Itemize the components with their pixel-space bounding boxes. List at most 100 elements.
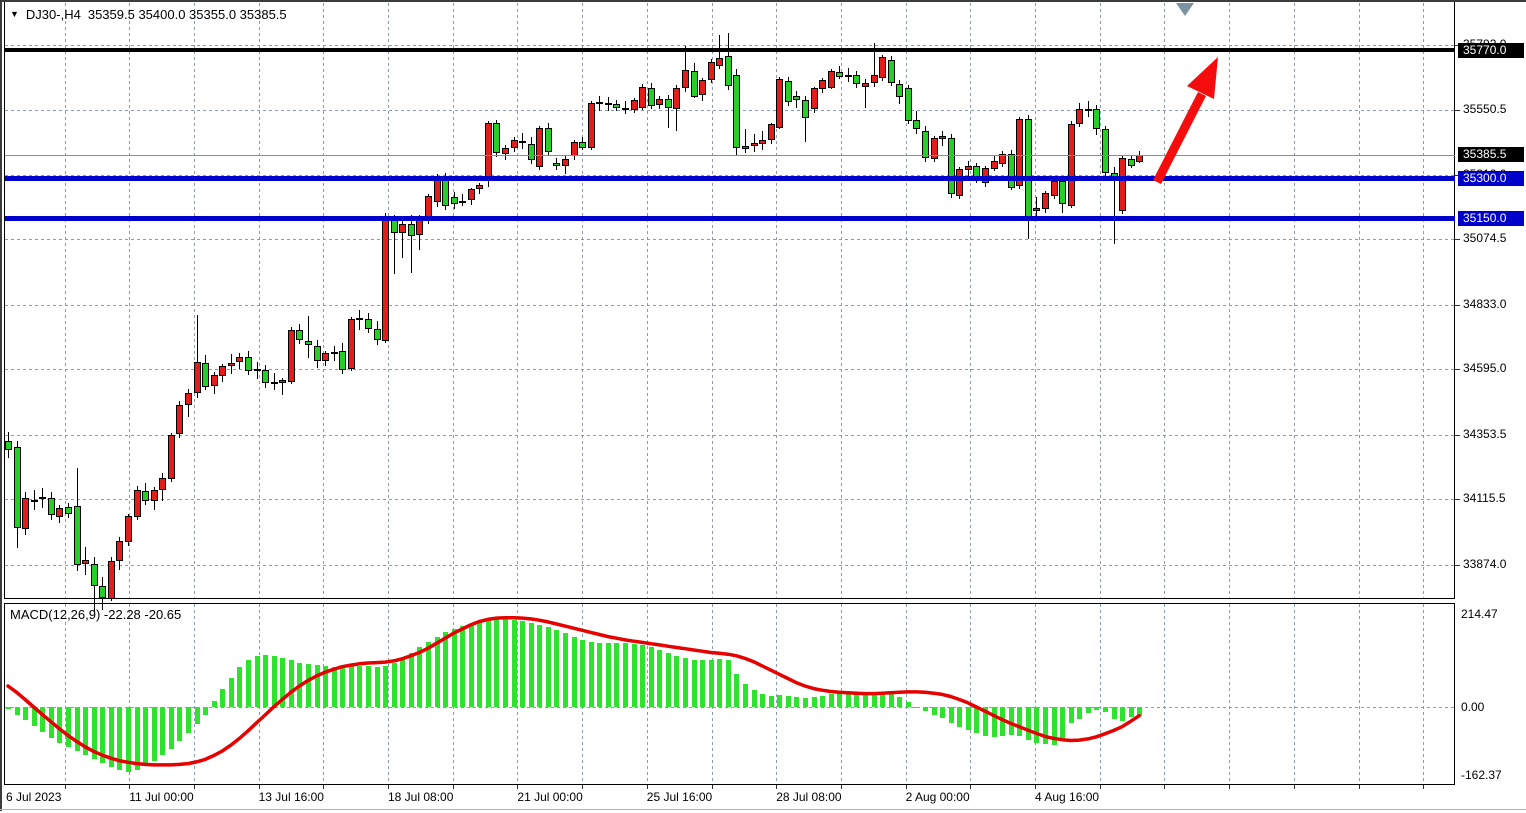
macd-histogram-bar <box>734 674 739 707</box>
candle-body <box>725 56 732 86</box>
macd-histogram-bar <box>435 637 440 707</box>
vertical-gridline <box>1294 3 1295 598</box>
resistance-level-line[interactable] <box>5 48 1455 52</box>
candle-body <box>5 441 12 450</box>
macd-histogram-bar <box>837 693 842 707</box>
vertical-gridline <box>582 3 583 598</box>
candle-body <box>691 71 698 97</box>
candle-body <box>528 144 535 160</box>
macd-histogram-bar <box>794 697 799 707</box>
macd-histogram-bar <box>957 707 962 727</box>
price-axis[interactable]: 35792.035770.035550.535385.535312.035300… <box>1456 2 1526 785</box>
macd-histogram-bar <box>974 707 979 733</box>
time-axis-tick <box>970 785 971 789</box>
macd-histogram-bar <box>940 707 945 718</box>
time-axis-label: 6 Jul 2023 <box>6 790 61 804</box>
macd-histogram-bar <box>383 666 388 707</box>
macd-histogram-bar <box>1129 707 1134 717</box>
macd-histogram-bar <box>546 627 551 707</box>
time-axis-tick <box>194 785 195 789</box>
macd-histogram-bar <box>777 695 782 707</box>
candle-body <box>913 120 920 129</box>
price-axis-label: 34595.0 <box>1463 362 1506 375</box>
time-axis-tick <box>712 785 713 789</box>
macd-histogram-bar <box>143 707 148 766</box>
candle-body <box>271 382 278 384</box>
time-axis-label: 25 Jul 16:00 <box>647 790 712 804</box>
vertical-gridline <box>323 3 324 598</box>
candle-body <box>733 75 740 148</box>
time-axis-tick <box>1035 785 1036 789</box>
candle-body <box>31 500 38 502</box>
macd-histogram-bar <box>1026 707 1031 740</box>
macd-histogram-bar <box>914 707 919 708</box>
time-axis-tick <box>906 785 907 789</box>
time-axis-tick <box>453 785 454 789</box>
candle-body <box>74 506 81 565</box>
candle-body <box>1008 154 1015 188</box>
time-axis-label: 13 Jul 16:00 <box>259 790 324 804</box>
candle-body <box>331 352 338 354</box>
macd-histogram-bar <box>1000 707 1005 736</box>
price-axis-label: 35550.5 <box>1463 103 1506 116</box>
price-axis-label: 34115.5 <box>1463 492 1506 505</box>
price-chart-panel[interactable] <box>4 2 1455 599</box>
vertical-gridline <box>65 604 66 784</box>
candle-body <box>374 329 381 340</box>
macd-histogram-bar <box>503 618 508 707</box>
macd-histogram-bar <box>315 665 320 707</box>
candle-body <box>1093 109 1100 129</box>
vertical-gridline <box>776 604 777 784</box>
candle-body <box>262 370 269 383</box>
price-axis-label: 34353.5 <box>1463 428 1506 441</box>
macd-histogram-bar <box>932 707 937 715</box>
macd-histogram-bar <box>1034 707 1039 743</box>
candle-body <box>399 224 406 233</box>
macd-histogram-bar <box>1077 707 1082 719</box>
time-axis-tick <box>582 785 583 789</box>
macd-histogram-bar <box>906 702 911 707</box>
vertical-gridline <box>388 604 389 784</box>
candle-body <box>673 88 680 109</box>
macd-histogram-bar <box>263 655 268 707</box>
candle-body <box>605 103 612 105</box>
horizontal-gridline <box>5 435 1455 436</box>
price-axis-label: 35074.5 <box>1463 232 1506 245</box>
chart-shift-marker-icon[interactable] <box>1176 3 1194 16</box>
macd-histogram-bar <box>880 692 885 707</box>
candle-body <box>493 123 500 153</box>
candle-body <box>382 219 389 341</box>
candle-body <box>476 185 483 189</box>
macd-histogram-bar <box>889 693 894 707</box>
candle-body <box>288 330 295 382</box>
macd-histogram-bar <box>280 658 285 707</box>
window-border-left <box>0 0 2 811</box>
price-badge-blue: 35150.0 <box>1458 211 1524 226</box>
time-axis-label: 18 Jul 08:00 <box>388 790 453 804</box>
macd-histogram-bar <box>220 689 225 707</box>
time-axis[interactable]: 6 Jul 202311 Jul 00:0013 Jul 16:0018 Jul… <box>0 786 1526 808</box>
macd-histogram-bar <box>1069 707 1074 723</box>
macd-histogram-bar <box>632 644 637 707</box>
candle-body <box>82 560 89 564</box>
candle-body <box>862 83 869 87</box>
support-level-line[interactable] <box>5 216 1455 221</box>
macd-histogram-bar <box>606 643 611 707</box>
macd-histogram-bar <box>246 660 251 707</box>
macd-histogram-bar <box>109 707 114 767</box>
macd-indicator-label: MACD(12,26,9) -22.28 -20.65 <box>10 607 181 622</box>
price-axis-tick <box>1455 110 1460 111</box>
vertical-gridline <box>1035 3 1036 598</box>
chevron-down-icon[interactable]: ▼ <box>10 10 19 19</box>
macd-histogram-bar <box>692 660 697 707</box>
candle-body <box>502 148 509 154</box>
macd-histogram-bar <box>486 619 491 707</box>
candle-body <box>631 100 638 110</box>
ohlc-quote-label: 35359.5 35400.0 35355.0 35385.5 <box>88 7 287 22</box>
macd-histogram-bar <box>417 647 422 707</box>
candle-body <box>236 357 243 362</box>
candle-body <box>314 346 321 361</box>
support-level-line[interactable] <box>5 176 1455 181</box>
candle-body <box>871 75 878 83</box>
candle-body <box>1085 109 1092 111</box>
